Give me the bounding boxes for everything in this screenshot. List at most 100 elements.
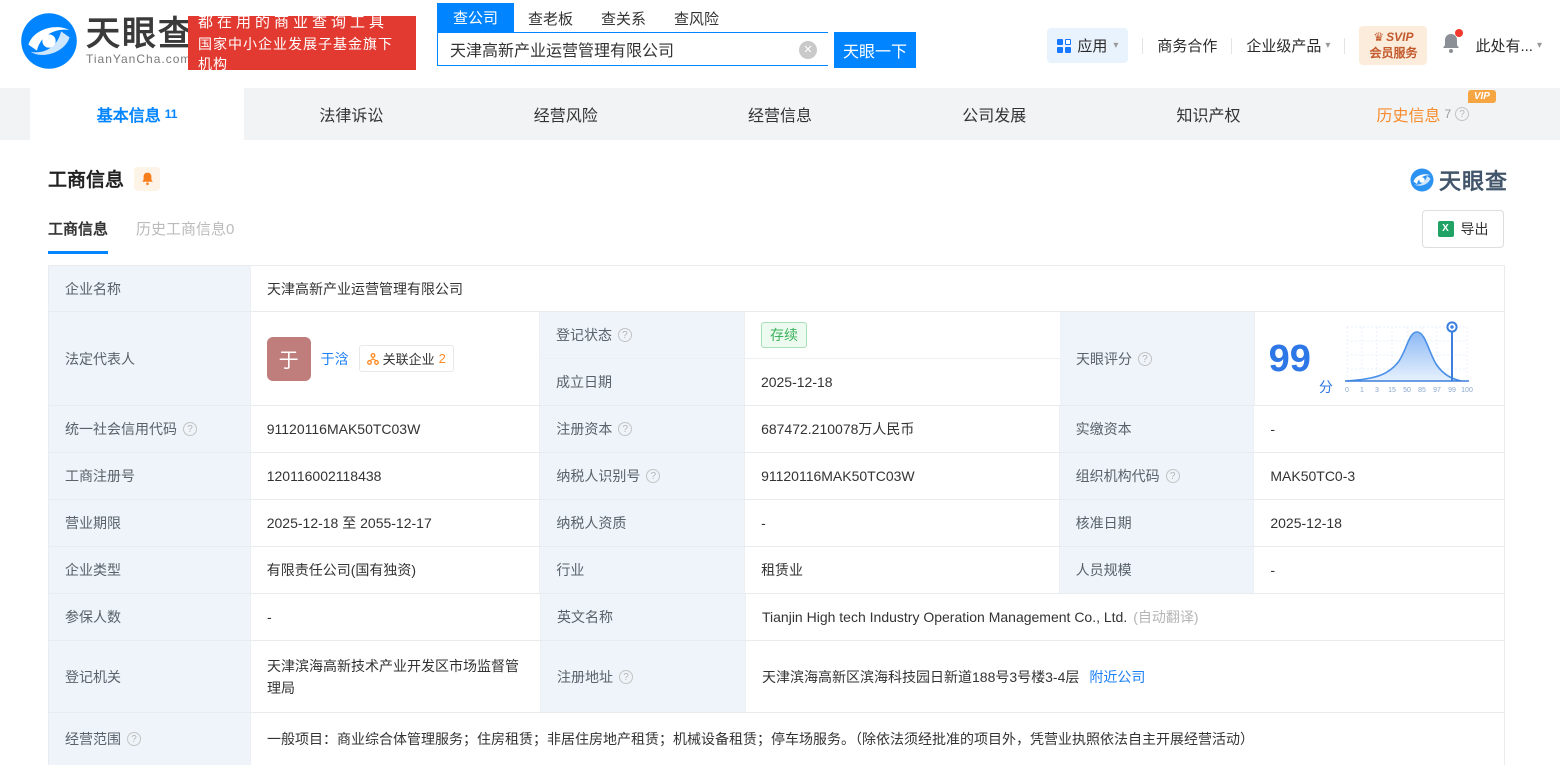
table-row: 参保人数 - 英文名称 Tianjin High tech Industry O… xyxy=(49,594,1504,641)
search-input[interactable] xyxy=(437,32,828,66)
crown-icon: ♛ xyxy=(1373,30,1385,44)
staff-size-label: 人员规模 xyxy=(1059,547,1255,593)
help-icon[interactable]: ? xyxy=(1165,469,1180,483)
insured-count-value: - xyxy=(251,594,541,640)
nav-enterprise-products[interactable]: 企业级产品 ▾ xyxy=(1246,35,1330,56)
nearby-companies-link[interactable]: 附近公司 xyxy=(1089,667,1145,687)
reg-number-value: 120116002118438 xyxy=(250,453,541,499)
reg-capital-label: 注册资本 ? xyxy=(540,406,746,452)
tab-legal-proceedings[interactable]: 法律诉讼 xyxy=(244,88,458,140)
auto-translate-note: (自动翻译) xyxy=(1133,609,1199,625)
related-companies-badge[interactable]: 关联企业 2 xyxy=(358,345,454,372)
legal-rep-name-link[interactable]: 于浛 xyxy=(321,349,349,369)
credit-code-value: 91120116MAK50TC03W xyxy=(250,406,541,452)
user-account-menu[interactable]: 此处有... ▾ xyxy=(1475,35,1542,56)
tab-intellectual-property[interactable]: 知识产权 xyxy=(1101,88,1315,140)
divider xyxy=(1142,37,1144,54)
table-row: 法定代表人 于 于浛 关联企业 2 登记状态 ? 存续 成立日期 2025-12… xyxy=(49,312,1504,406)
taxpayer-qualification-label: 纳税人资质 xyxy=(540,500,746,546)
related-count: 2 xyxy=(438,351,446,366)
score-number: 99 xyxy=(1268,337,1311,380)
notification-bell-button[interactable] xyxy=(1441,29,1464,59)
related-label: 关联企业 xyxy=(382,352,435,367)
watermark-logo: 天眼查 xyxy=(1410,164,1508,196)
industry-value: 租赁业 xyxy=(745,547,1060,593)
help-icon[interactable]: ? xyxy=(183,422,197,436)
promo-line2: 国家中小企业发展子基金旗下机构 xyxy=(198,36,393,72)
apps-label: 应用 xyxy=(1077,38,1108,55)
search-tab-risk[interactable]: 查风险 xyxy=(660,5,733,32)
clear-search-icon[interactable]: ✕ xyxy=(799,41,817,59)
business-info-table: 企业名称 天津高新产业运营管理有限公司 法定代表人 于 于浛 关联企业 2 登记… xyxy=(48,265,1505,765)
help-icon[interactable]: ? xyxy=(127,732,141,746)
tab-label: 法律诉讼 xyxy=(319,108,384,125)
tab-label: 公司发展 xyxy=(962,108,1027,125)
tab-label: 基本信息 xyxy=(96,108,161,125)
reg-number-label: 工商注册号 xyxy=(49,453,251,499)
org-structure-icon xyxy=(366,352,379,365)
svip-member-button[interactable]: ♛ SVIP 会员服务 xyxy=(1359,26,1428,65)
tab-history-info[interactable]: VIP 历史信息 7 ? xyxy=(1316,88,1530,140)
svg-text:85: 85 xyxy=(1418,387,1426,394)
status-badge: 存续 xyxy=(760,322,807,348)
org-code-value: MAK50TC0-3 xyxy=(1254,453,1505,499)
brand-logo[interactable]: 天眼查 TianYanCha.com xyxy=(20,12,194,70)
company-type-value: 有限责任公司(国有独资) xyxy=(250,547,541,593)
watermark-text: 天眼查 xyxy=(1438,169,1508,194)
tianyancha-logo-icon xyxy=(21,13,77,69)
brand-name: 天眼查 xyxy=(86,15,194,53)
score-label: 天眼评分 ? xyxy=(1059,312,1255,405)
field-label: 注册地址 xyxy=(557,668,613,685)
establish-date-value: 2025-12-18 xyxy=(744,359,1060,405)
help-icon[interactable]: ? xyxy=(617,328,632,342)
search-tab-boss[interactable]: 查老板 xyxy=(514,5,587,32)
excel-icon: X xyxy=(1437,221,1454,237)
english-name-label: 英文名称 xyxy=(541,594,746,640)
paid-capital-value: - xyxy=(1254,406,1505,452)
search-tab-relation[interactable]: 查关系 xyxy=(587,5,660,32)
svg-text:99: 99 xyxy=(1448,387,1456,394)
establish-date-label: 成立日期 xyxy=(539,359,745,405)
org-code-label: 组织机构代码 ? xyxy=(1059,453,1255,499)
tab-operation-risk[interactable]: 经营风险 xyxy=(459,88,673,140)
score-unit: 分 xyxy=(1318,379,1333,395)
business-scope-value: 一般项目：商业综合体管理服务；住房租赁；非居住房地产租赁；机械设备租赁；停车场服… xyxy=(251,713,1504,765)
help-icon[interactable]: ? xyxy=(1137,351,1152,366)
industry-label: 行业 xyxy=(540,547,746,593)
legal-rep-value: 于 于浛 关联企业 2 xyxy=(250,312,540,405)
help-icon[interactable]: ? xyxy=(619,669,633,684)
taxpayer-id-value: 91120116MAK50TC03W xyxy=(745,453,1060,499)
company-type-label: 企业类型 xyxy=(49,547,251,593)
promo-line1: 都在用的商业查询工具 xyxy=(198,14,389,31)
table-row: 企业类型 有限责任公司(国有独资) 行业 租赁业 人员规模 - xyxy=(49,547,1505,594)
notification-dot xyxy=(1455,29,1464,37)
company-name-label: 企业名称 xyxy=(49,266,251,311)
tab-label: 知识产权 xyxy=(1176,108,1241,125)
svg-text:100: 100 xyxy=(1461,387,1473,394)
company-tab-bar: 基本信息 11 法律诉讼 经营风险 经营信息 公司发展 知识产权 VIP 历史信… xyxy=(0,88,1560,140)
help-icon[interactable]: ? xyxy=(1455,107,1470,121)
help-icon[interactable]: ? xyxy=(618,422,633,436)
svg-text:0: 0 xyxy=(1345,387,1349,394)
subtab-history-business-info[interactable]: 历史工商信息0 xyxy=(136,218,234,254)
subtab-current-business-info[interactable]: 工商信息 xyxy=(48,218,109,254)
tab-business-info[interactable]: 经营信息 xyxy=(673,88,887,140)
legal-rep-avatar[interactable]: 于 xyxy=(266,336,311,381)
search-tab-company[interactable]: 查公司 xyxy=(437,3,515,32)
tab-basic-info[interactable]: 基本信息 11 xyxy=(30,88,245,140)
table-row: 经营范围 ? 一般项目：商业综合体管理服务；住房租赁；非居住房地产租赁；机械设备… xyxy=(49,713,1504,765)
monitor-bell-button[interactable] xyxy=(134,166,161,191)
reg-status-value: 存续 xyxy=(744,312,1060,358)
nav-cooperation[interactable]: 商务合作 xyxy=(1157,35,1217,56)
field-label: 纳税人识别号 xyxy=(556,468,641,484)
export-button[interactable]: X 导出 xyxy=(1422,210,1504,248)
tab-label: 经营信息 xyxy=(747,108,812,125)
apps-menu-button[interactable]: 应用 ▾ xyxy=(1047,28,1129,63)
tab-count: 7 xyxy=(1444,107,1452,121)
help-icon[interactable]: ? xyxy=(646,469,661,483)
search-button[interactable]: 天眼一下 xyxy=(834,32,916,68)
tab-label: 历史信息 xyxy=(1376,108,1441,125)
svg-text:97: 97 xyxy=(1433,387,1441,394)
taxpayer-qualification-value: - xyxy=(745,500,1060,546)
tab-company-development[interactable]: 公司发展 xyxy=(887,88,1101,140)
